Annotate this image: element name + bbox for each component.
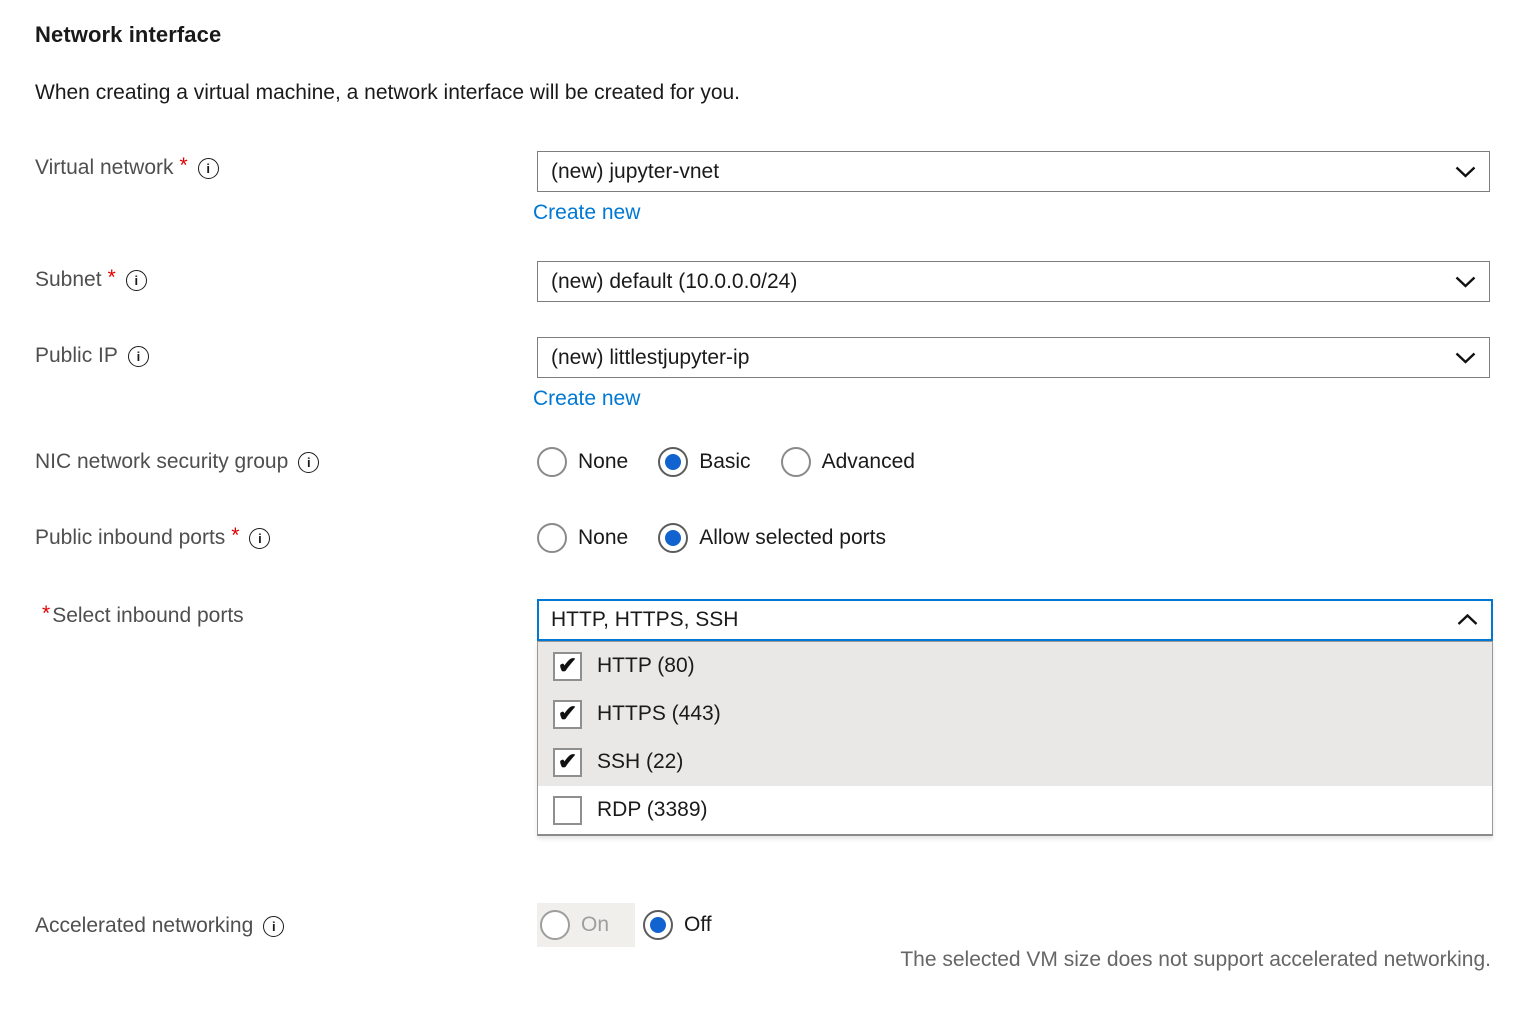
select-inbound-ports-combobox[interactable]: HTTP, HTTPS, SSH: [537, 599, 1493, 641]
radio-option-label: None: [578, 450, 628, 474]
field-label-text: Public inbound ports: [35, 526, 225, 550]
accelerated-networking-option-on: On: [537, 903, 635, 947]
subnet-selected-value: (new) default (10.0.0.0/24): [551, 270, 797, 294]
port-option-http[interactable]: ✔ HTTP (80): [538, 642, 1492, 690]
accelerated-networking-radio-group: On Off: [537, 903, 742, 947]
checkbox-icon: ✔: [553, 748, 582, 777]
chevron-up-icon: [1457, 614, 1478, 626]
section-title: Network interface: [35, 22, 221, 48]
create-new-vnet-link[interactable]: Create new: [533, 201, 640, 225]
inbound-ports-option-allow-selected[interactable]: Allow selected ports: [658, 523, 886, 553]
port-option-rdp[interactable]: ✔ RDP (3389): [538, 786, 1492, 834]
info-icon[interactable]: i: [298, 452, 319, 473]
public-ip-selected-value: (new) littlestjupyter-ip: [551, 346, 749, 370]
port-option-https[interactable]: ✔ HTTPS (443): [538, 690, 1492, 738]
checkmark-icon: ✔: [558, 654, 577, 677]
inbound-ports-value: HTTP, HTTPS, SSH: [551, 608, 738, 632]
required-asterisk: *: [42, 602, 50, 626]
field-label-text: Virtual network: [35, 156, 174, 180]
port-option-label: RDP (3389): [597, 798, 708, 822]
checkbox-icon: ✔: [553, 652, 582, 681]
virtual-network-select[interactable]: (new) jupyter-vnet: [537, 151, 1490, 192]
port-option-label: HTTPS (443): [597, 702, 721, 726]
accelerated-networking-label: Accelerated networking i: [35, 912, 284, 940]
virtual-network-selected-value: (new) jupyter-vnet: [551, 160, 719, 184]
public-inbound-ports-label: Public inbound ports * i: [35, 524, 270, 552]
checkbox-icon: ✔: [553, 796, 582, 825]
checkmark-icon: ✔: [558, 750, 577, 773]
chevron-down-icon: [1455, 352, 1476, 364]
required-asterisk: *: [108, 266, 116, 290]
select-inbound-ports-label: * Select inbound ports: [42, 602, 250, 630]
public-ip-select[interactable]: (new) littlestjupyter-ip: [537, 337, 1490, 378]
required-asterisk: *: [180, 154, 188, 178]
subnet-label: Subnet * i: [35, 266, 147, 294]
radio-icon: [658, 447, 688, 477]
chevron-down-icon: [1455, 276, 1476, 288]
field-label-text: NIC network security group: [35, 450, 288, 474]
port-option-label: HTTP (80): [597, 654, 695, 678]
checkmark-icon: ✔: [558, 702, 577, 725]
nic-nsg-label: NIC network security group i: [35, 448, 319, 476]
info-icon[interactable]: i: [198, 158, 219, 179]
radio-option-label: None: [578, 526, 628, 550]
nic-nsg-option-none[interactable]: None: [537, 447, 628, 477]
subnet-select[interactable]: (new) default (10.0.0.0/24): [537, 261, 1490, 302]
field-label-text: Subnet: [35, 268, 102, 292]
info-icon[interactable]: i: [263, 916, 284, 937]
nic-nsg-option-advanced[interactable]: Advanced: [781, 447, 915, 477]
section-description: When creating a virtual machine, a netwo…: [35, 81, 740, 105]
chevron-down-icon: [1455, 166, 1476, 178]
port-option-label: SSH (22): [597, 750, 683, 774]
radio-icon: [781, 447, 811, 477]
radio-option-label: Advanced: [822, 450, 915, 474]
field-label-text: Accelerated networking: [35, 914, 253, 938]
inbound-ports-option-none[interactable]: None: [537, 523, 628, 553]
radio-option-label: Basic: [699, 450, 750, 474]
radio-option-label: Allow selected ports: [699, 526, 886, 550]
info-icon[interactable]: i: [128, 346, 149, 367]
required-asterisk: *: [231, 524, 239, 548]
port-option-ssh[interactable]: ✔ SSH (22): [538, 738, 1492, 786]
radio-icon: [537, 447, 567, 477]
field-label-text: Select inbound ports: [52, 604, 243, 628]
public-inbound-ports-radio-group: None Allow selected ports: [537, 523, 916, 553]
radio-option-label: On: [581, 913, 609, 937]
accelerated-networking-option-off[interactable]: Off: [643, 910, 712, 940]
radio-icon: [658, 523, 688, 553]
nic-nsg-radio-group: None Basic Advanced: [537, 447, 945, 477]
nic-nsg-option-basic[interactable]: Basic: [658, 447, 750, 477]
radio-icon: [537, 523, 567, 553]
create-new-public-ip-link[interactable]: Create new: [533, 387, 640, 411]
radio-option-label: Off: [684, 913, 712, 937]
checkbox-icon: ✔: [553, 700, 582, 729]
radio-icon: [643, 910, 673, 940]
accelerated-networking-note: The selected VM size does not support ac…: [900, 948, 1491, 972]
virtual-network-label: Virtual network * i: [35, 154, 219, 182]
network-interface-section: Network interface When creating a virtua…: [0, 0, 1532, 1024]
inbound-ports-dropdown-panel: ✔ HTTP (80) ✔ HTTPS (443) ✔ SSH (22) ✔ R…: [537, 641, 1493, 836]
field-label-text: Public IP: [35, 344, 118, 368]
public-ip-label: Public IP i: [35, 342, 149, 370]
info-icon[interactable]: i: [126, 270, 147, 291]
radio-icon: [540, 910, 570, 940]
info-icon[interactable]: i: [249, 528, 270, 549]
